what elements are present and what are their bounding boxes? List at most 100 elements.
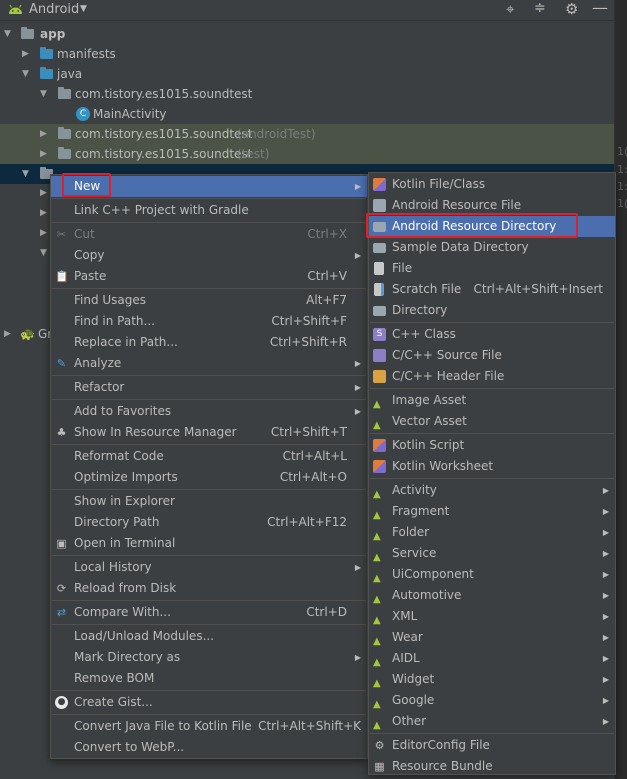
submenu-item-directory[interactable]: Directory [369, 300, 615, 321]
android-icon: ▲ [373, 420, 381, 431]
submenu-item-kotlin-script[interactable]: Kotlin Script [369, 435, 615, 456]
menu-item-label: Find in Path... [74, 314, 155, 328]
menu-item-convert-java-to-kotlin[interactable]: Convert Java File to Kotlin File Ctrl+Al… [51, 716, 367, 737]
menu-item-reload-from-disk[interactable]: ⟳ Reload from Disk [51, 578, 367, 599]
submenu-item-kotlin-worksheet[interactable]: Kotlin Worksheet [369, 456, 615, 477]
menu-item-mark-directory-as[interactable]: Mark Directory as ▶ [51, 647, 367, 668]
menu-item-show-in-resource-manager[interactable]: ♣ Show In Resource Manager Ctrl+Shift+T [51, 422, 367, 443]
menu-item-directory-path[interactable]: Directory Path Ctrl+Alt+F12 [51, 512, 367, 533]
submenu-item-service[interactable]: ▲ Service ▶ [369, 543, 615, 564]
menu-item-label: Automotive [392, 588, 462, 602]
collapse-arrow-icon: ▶ [40, 129, 47, 139]
tree-node-package-test[interactable]: ▶ com.tistory.es1015.soundtest (test) [0, 144, 614, 164]
menu-item-label: Add to Favorites [74, 404, 172, 418]
submenu-item-image-asset[interactable]: ▲ Image Asset [369, 390, 615, 411]
submenu-item-editorconfig-file[interactable]: ⚙ EditorConfig File [369, 735, 615, 756]
menu-item-copy[interactable]: Copy ▶ [51, 245, 367, 266]
menu-item-convert-to-webp[interactable]: Convert to WebP... [51, 737, 367, 758]
submenu-item-sample-data-directory[interactable]: Sample Data Directory [369, 237, 615, 258]
cpp-class-icon: S [373, 328, 386, 341]
submenu-arrow-icon: ▶ [602, 591, 609, 600]
menu-item-show-in-explorer[interactable]: Show in Explorer [51, 491, 367, 512]
expand-arrow-icon: ▼ [22, 169, 29, 179]
cpp-source-icon [373, 349, 386, 362]
submenu-item-widget[interactable]: ▲ Widget ▶ [369, 669, 615, 690]
android-icon: ▲ [373, 699, 381, 710]
submenu-item-cpp-source-file[interactable]: C/C++ Source File [369, 345, 615, 366]
tree-node-package-android-test[interactable]: ▶ com.tistory.es1015.soundtest (androidT… [0, 124, 614, 144]
crosshair-icon[interactable]: ⌖ [506, 0, 514, 18]
menu-item-label: Compare With... [74, 605, 171, 619]
menu-item-remove-bom[interactable]: Remove BOM [51, 668, 367, 689]
submenu-item-resource-bundle[interactable]: ▦ Resource Bundle [369, 756, 615, 777]
menu-item-label: File [392, 261, 413, 275]
tree-node-package-main[interactable]: ▼ com.tistory.es1015.soundtest [0, 84, 614, 104]
tree-node-app[interactable]: ▼ app [0, 24, 614, 44]
submenu-item-wear[interactable]: ▲ Wear ▶ [369, 627, 615, 648]
folder-icon [373, 243, 386, 253]
submenu-item-kotlin-file-class[interactable]: Kotlin File/Class [369, 174, 615, 195]
resource-bundle-icon: ▦ [374, 760, 385, 773]
tree-node-main-activity[interactable]: C MainActivity [0, 104, 614, 124]
menu-separator [52, 288, 366, 289]
package-icon [58, 87, 71, 99]
project-view-selector[interactable]: Android [29, 2, 79, 17]
tree-label: MainActivity [93, 107, 167, 121]
menu-item-analyze[interactable]: ✎ Analyze ▶ [51, 353, 367, 374]
menu-item-create-gist[interactable]: ● Create Gist... [51, 692, 367, 713]
menu-item-compare-with[interactable]: ⇄ Compare With... Ctrl+D [51, 602, 367, 623]
submenu-item-vector-asset[interactable]: ▲ Vector Asset [369, 411, 615, 432]
submenu-item-aidl[interactable]: ▲ AIDL ▶ [369, 648, 615, 669]
submenu-item-folder[interactable]: ▲ Folder ▶ [369, 522, 615, 543]
submenu-arrow-icon: ▶ [602, 507, 609, 516]
menu-item-shortcut: Ctrl+Alt+F12 [267, 515, 347, 529]
menu-item-label: Open in Terminal [74, 536, 176, 550]
menu-item-add-to-favorites[interactable]: Add to Favorites ▶ [51, 401, 367, 422]
menu-item-load-unload-modules[interactable]: Load/Unload Modules... [51, 626, 367, 647]
gear-icon[interactable]: ⚙ [565, 0, 578, 18]
line-number: 1: [617, 180, 627, 193]
submenu-arrow-icon: ▶ [354, 407, 361, 416]
tree-node-java[interactable]: ▼ java [0, 64, 614, 84]
submenu-item-fragment[interactable]: ▲ Fragment ▶ [369, 501, 615, 522]
submenu-item-google[interactable]: ▲ Google ▶ [369, 690, 615, 711]
submenu-item-automotive[interactable]: ▲ Automotive ▶ [369, 585, 615, 606]
collapse-arrow-icon: ▶ [40, 188, 47, 198]
submenu-item-scratch-file[interactable]: Scratch File Ctrl+Alt+Shift+Insert [369, 279, 615, 300]
menu-item-shortcut: Ctrl+Alt+Shift+K [258, 719, 361, 733]
menu-item-open-in-terminal[interactable]: ▣ Open in Terminal [51, 533, 367, 554]
submenu-arrow-icon: ▶ [354, 563, 361, 572]
collapse-all-icon[interactable]: ≑ [534, 0, 546, 16]
menu-item-label: Create Gist... [74, 695, 153, 709]
menu-item-find-in-path[interactable]: Find in Path... Ctrl+Shift+F [51, 311, 367, 332]
menu-item-label: Paste [74, 269, 107, 283]
menu-item-link-cpp[interactable]: Link C++ Project with Gradle [51, 200, 367, 221]
submenu-item-other[interactable]: ▲ Other ▶ [369, 711, 615, 732]
android-icon: ▲ [373, 636, 381, 647]
menu-item-replace-in-path[interactable]: Replace in Path... Ctrl+Shift+R [51, 332, 367, 353]
menu-separator [52, 375, 366, 376]
package-icon [58, 127, 71, 139]
menu-item-label: Wear [392, 630, 423, 644]
menu-item-local-history[interactable]: Local History ▶ [51, 557, 367, 578]
cpp-header-icon [373, 370, 386, 383]
menu-item-label: Load/Unload Modules... [74, 629, 215, 643]
submenu-item-cpp-header-file[interactable]: C/C++ Header File [369, 366, 615, 387]
submenu-arrow-icon: ▶ [602, 549, 609, 558]
menu-item-refactor[interactable]: Refactor ▶ [51, 377, 367, 398]
menu-item-label: Folder [392, 525, 430, 539]
chevron-down-icon[interactable]: ▼ [80, 4, 87, 14]
submenu-item-activity[interactable]: ▲ Activity ▶ [369, 480, 615, 501]
submenu-item-cpp-class[interactable]: S C++ Class [369, 324, 615, 345]
minimize-icon[interactable]: — [592, 0, 608, 17]
submenu-item-file[interactable]: File [369, 258, 615, 279]
menu-item-find-usages[interactable]: Find Usages Alt+F7 [51, 290, 367, 311]
menu-item-label: Reformat Code [74, 449, 164, 463]
menu-item-optimize-imports[interactable]: Optimize Imports Ctrl+Alt+O [51, 467, 367, 488]
submenu-item-xml[interactable]: ▲ XML ▶ [369, 606, 615, 627]
submenu-item-uicomponent[interactable]: ▲ UiComponent ▶ [369, 564, 615, 585]
tree-node-manifests[interactable]: ▶ manifests [0, 44, 614, 64]
menu-item-cut[interactable]: ✂ Cut Ctrl+X [51, 224, 367, 245]
menu-item-paste[interactable]: 📋 Paste Ctrl+V [51, 266, 367, 287]
menu-item-reformat-code[interactable]: Reformat Code Ctrl+Alt+L [51, 446, 367, 467]
